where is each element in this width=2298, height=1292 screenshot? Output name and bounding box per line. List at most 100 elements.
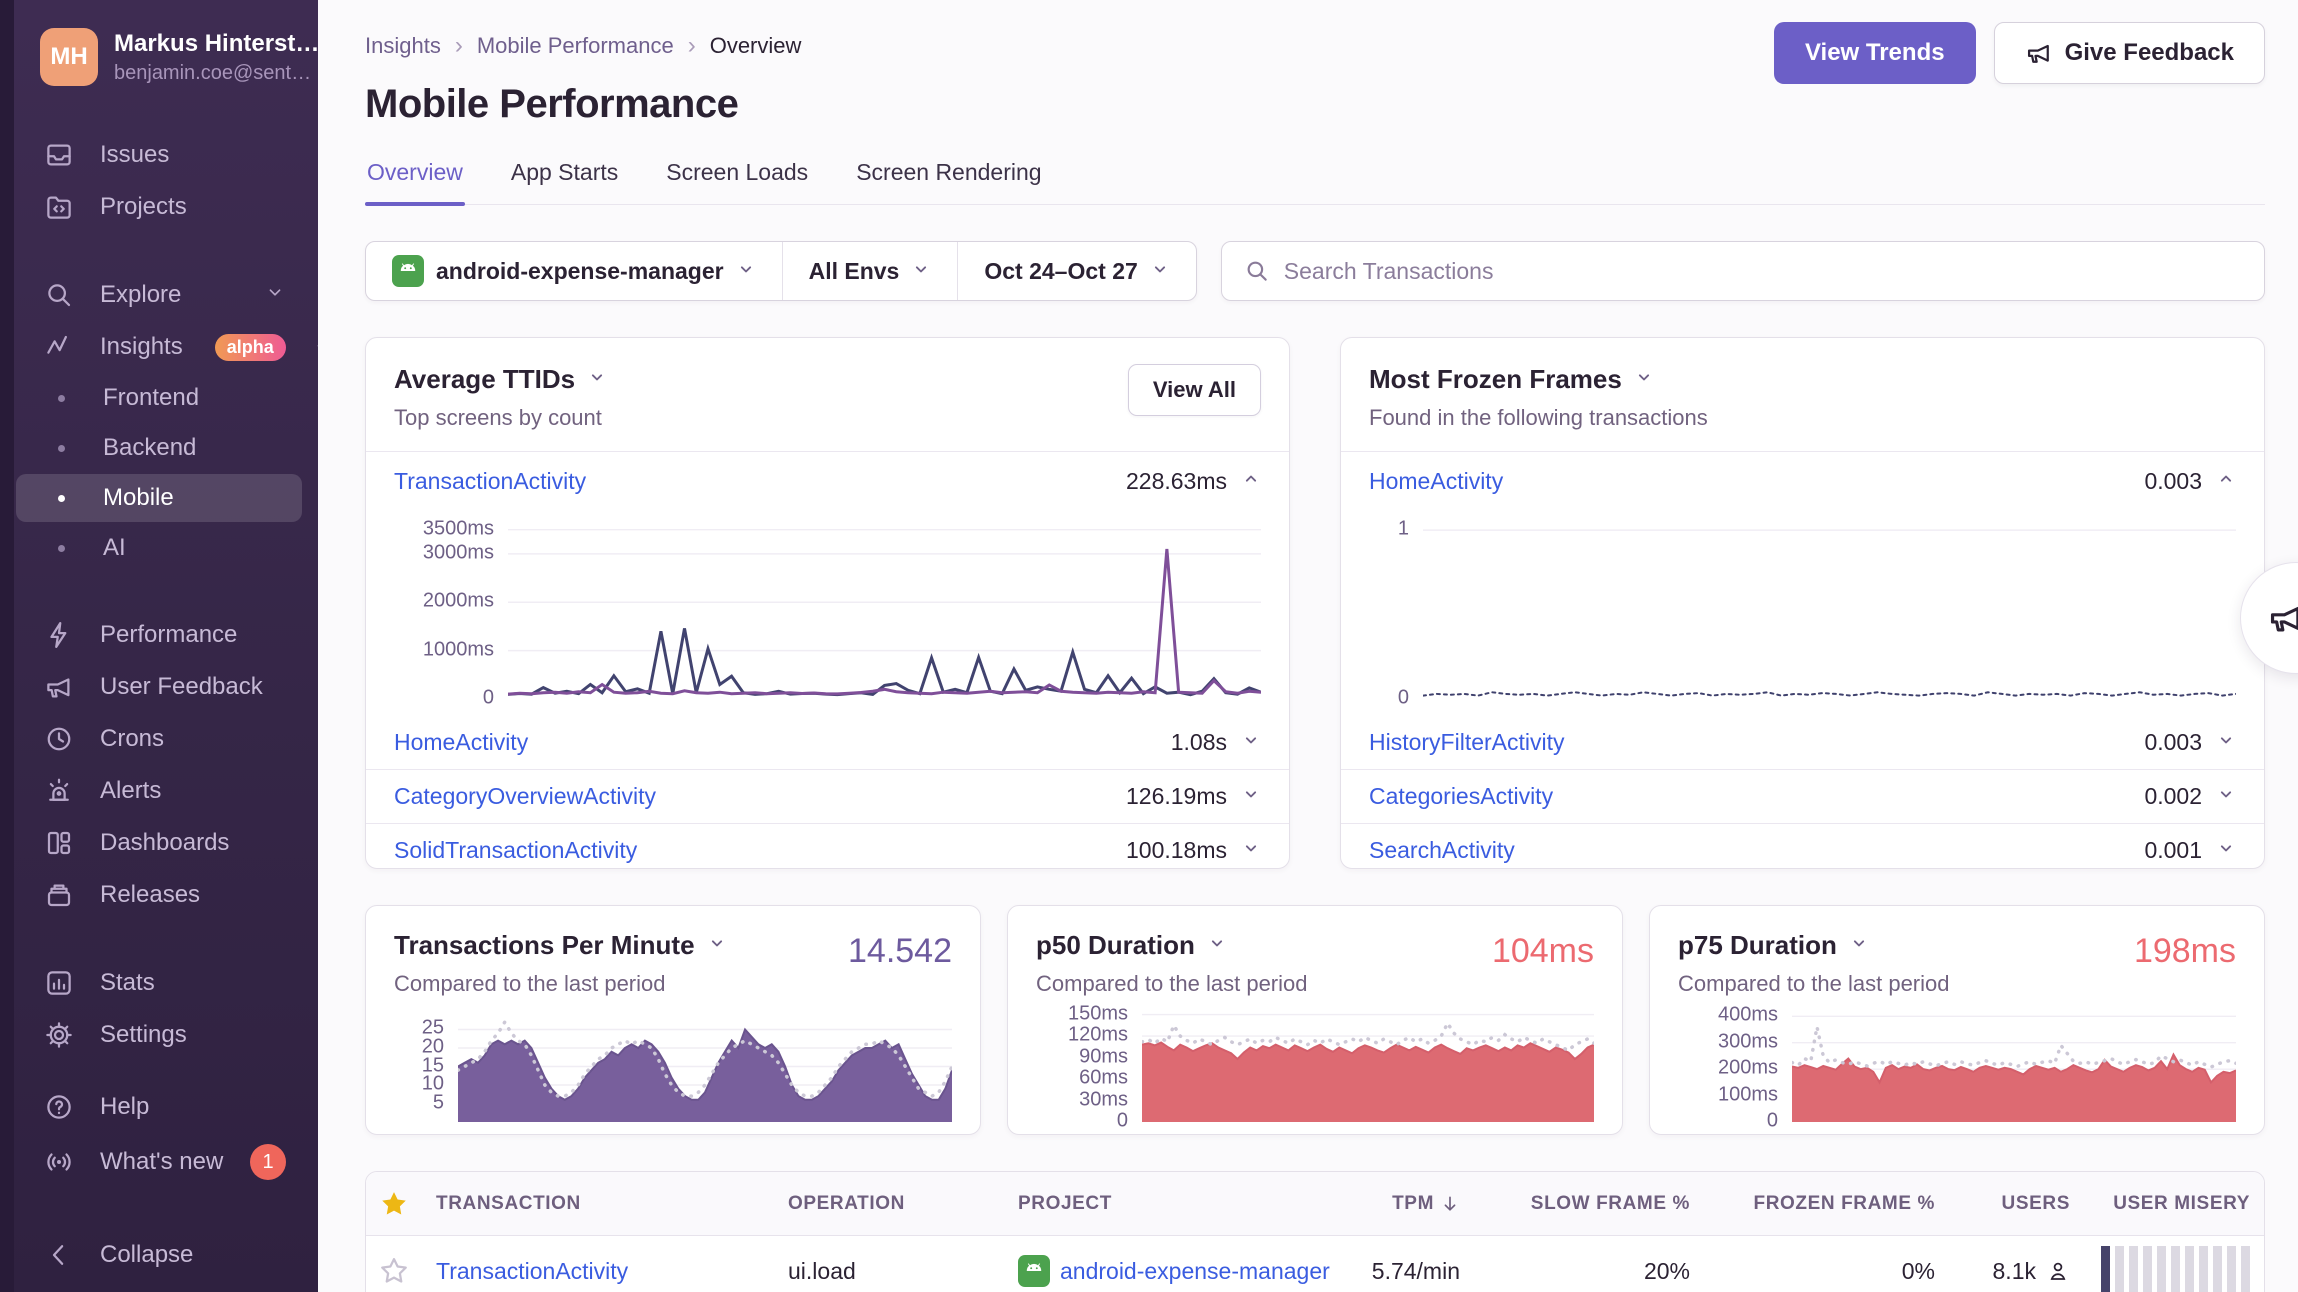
breadcrumb-insights[interactable]: Insights: [365, 33, 441, 59]
ttid-value: 228.63ms: [1126, 468, 1227, 495]
tab-screen-loads[interactable]: Screen Loads: [664, 159, 810, 204]
sidebar-item-label: Projects: [100, 193, 187, 221]
tab-app-starts[interactable]: App Starts: [509, 159, 620, 204]
tab-bar: Overview App Starts Screen Loads Screen …: [365, 159, 2265, 205]
sidebar-item-ai[interactable]: AI: [16, 524, 302, 572]
sidebar-collapse-button[interactable]: Collapse: [16, 1230, 302, 1280]
column-header-operation[interactable]: OPERATION: [774, 1193, 1004, 1215]
chevron-down-icon[interactable]: [1241, 729, 1261, 756]
transaction-link[interactable]: CategoriesActivity: [1369, 783, 1553, 810]
sidebar-item-help[interactable]: Help: [16, 1082, 302, 1132]
chevron-down-icon[interactable]: [2216, 783, 2236, 810]
transaction-link[interactable]: HomeActivity: [1369, 468, 1503, 495]
card-subtitle: Compared to the last period: [1036, 971, 1308, 997]
android-icon: [392, 255, 424, 287]
transaction-link[interactable]: HistoryFilterActivity: [1369, 729, 1565, 756]
sidebar-item-dashboards[interactable]: Dashboards: [16, 818, 302, 868]
chevron-down-icon[interactable]: [707, 933, 727, 958]
breadcrumb-mobile-performance[interactable]: Mobile Performance: [477, 33, 674, 59]
user-email: benjamin.coe@sent…: [114, 62, 319, 85]
tpm-chart: 252015105: [394, 997, 952, 1122]
column-header-slow-frame[interactable]: SLOW FRAME %: [1474, 1193, 1704, 1215]
tab-screen-rendering[interactable]: Screen Rendering: [854, 159, 1043, 204]
environment-filter-value: All Envs: [809, 258, 900, 285]
sidebar-item-crons[interactable]: Crons: [16, 714, 302, 764]
chevron-down-icon[interactable]: [1634, 367, 1654, 392]
sidebar-item-label: Crons: [100, 725, 164, 753]
give-feedback-label: Give Feedback: [2065, 39, 2234, 67]
column-header-tpm[interactable]: TPM: [1344, 1193, 1474, 1215]
sidebar-item-settings[interactable]: Settings: [16, 1010, 302, 1060]
transaction-link[interactable]: TransactionActivity: [394, 468, 586, 495]
column-header-users[interactable]: USERS: [1949, 1193, 2084, 1215]
date-range-filter[interactable]: Oct 24–Oct 27: [957, 242, 1195, 300]
page-filter-bar: android-expense-manager All Envs Oct 24–…: [365, 241, 1197, 301]
date-range-value: Oct 24–Oct 27: [984, 258, 1137, 285]
sidebar-item-frontend[interactable]: Frontend: [16, 374, 302, 422]
view-trends-button[interactable]: View Trends: [1774, 22, 1976, 84]
card-subtitle: Compared to the last period: [394, 971, 727, 997]
sidebar-item-alerts[interactable]: Alerts: [16, 766, 302, 816]
environment-filter[interactable]: All Envs: [782, 242, 958, 300]
chart-plot: [1142, 1011, 1594, 1122]
transaction-link[interactable]: TransactionActivity: [436, 1258, 628, 1285]
chevron-left-icon: [44, 1240, 74, 1270]
sidebar-item-whats-new[interactable]: What's new 1: [16, 1134, 302, 1190]
user-menu[interactable]: MH Markus Hinterst… benjamin.coe@sent…: [14, 20, 318, 94]
sidebar-item-user-feedback[interactable]: User Feedback: [16, 662, 302, 712]
chevron-up-icon[interactable]: [2216, 468, 2236, 495]
star-toggle[interactable]: [366, 1256, 422, 1286]
sidebar-item-backend[interactable]: Backend: [16, 424, 302, 472]
bar-chart-icon: [44, 968, 74, 998]
average-ttids-card: Average TTIDs Top screens by count View …: [365, 337, 1290, 869]
search-transactions-input[interactable]: [1284, 258, 2242, 285]
sidebar-item-mobile[interactable]: Mobile: [16, 474, 302, 522]
sidebar-item-issues[interactable]: Issues: [16, 130, 302, 180]
frozen-value: 0.003: [2144, 729, 2202, 756]
sidebar-item-label: Performance: [100, 621, 237, 649]
tpm-card: Transactions Per Minute Compared to the …: [365, 905, 981, 1135]
frozen-value: 0.003: [2144, 468, 2202, 495]
tab-overview[interactable]: Overview: [365, 159, 465, 204]
chevron-up-icon[interactable]: [1241, 468, 1261, 495]
sidebar-item-releases[interactable]: Releases: [16, 870, 302, 920]
ttid-value: 1.08s: [1171, 729, 1227, 756]
chart-plot: [458, 1011, 952, 1122]
transaction-link[interactable]: CategoryOverviewActivity: [394, 783, 656, 810]
star-icon: [379, 1189, 409, 1219]
chevron-down-icon[interactable]: [1207, 933, 1227, 958]
project-link[interactable]: android-expense-manager: [1060, 1258, 1330, 1285]
sidebar-item-performance[interactable]: Performance: [16, 610, 302, 660]
bullet-icon: [58, 545, 65, 552]
sidebar-item-projects[interactable]: Projects: [16, 182, 302, 232]
column-header-transaction[interactable]: TRANSACTION: [422, 1193, 774, 1215]
frozen-value: 0.002: [2144, 783, 2202, 810]
chevron-down-icon[interactable]: [2216, 837, 2236, 864]
column-header-user-misery[interactable]: USER MISERY: [2084, 1193, 2264, 1215]
column-header-frozen-frame[interactable]: FROZEN FRAME %: [1704, 1193, 1949, 1215]
star-header[interactable]: [366, 1189, 422, 1219]
avatar: MH: [40, 28, 98, 86]
page-title: Mobile Performance: [365, 82, 2265, 127]
frozen-row-expanded: HomeActivity 0.003: [1341, 452, 2264, 510]
chevron-down-icon[interactable]: [587, 367, 607, 392]
chevron-down-icon[interactable]: [1241, 837, 1261, 864]
sidebar-item-explore[interactable]: Explore: [16, 270, 302, 320]
transaction-link[interactable]: SolidTransactionActivity: [394, 837, 637, 864]
megaphone-icon: [2025, 39, 2053, 67]
give-feedback-button[interactable]: Give Feedback: [1994, 22, 2265, 84]
transaction-link[interactable]: HomeActivity: [394, 729, 528, 756]
breadcrumb-separator: ›: [688, 32, 696, 60]
chevron-down-icon[interactable]: [1241, 783, 1261, 810]
chevron-down-icon[interactable]: [1849, 933, 1869, 958]
view-all-button[interactable]: View All: [1128, 364, 1261, 416]
sidebar-item-stats[interactable]: Stats: [16, 958, 302, 1008]
frozen-row: CategoriesActivity 0.002: [1341, 769, 2264, 823]
transaction-link[interactable]: SearchActivity: [1369, 837, 1515, 864]
project-filter[interactable]: android-expense-manager: [366, 242, 782, 300]
y-axis: 150ms120ms90ms60ms30ms0: [1036, 1011, 1128, 1122]
chevron-down-icon[interactable]: [2216, 729, 2236, 756]
column-header-project[interactable]: PROJECT: [1004, 1193, 1344, 1215]
sidebar-item-insights[interactable]: Insights alpha: [16, 322, 302, 372]
card-title: p75 Duration: [1678, 930, 1837, 961]
